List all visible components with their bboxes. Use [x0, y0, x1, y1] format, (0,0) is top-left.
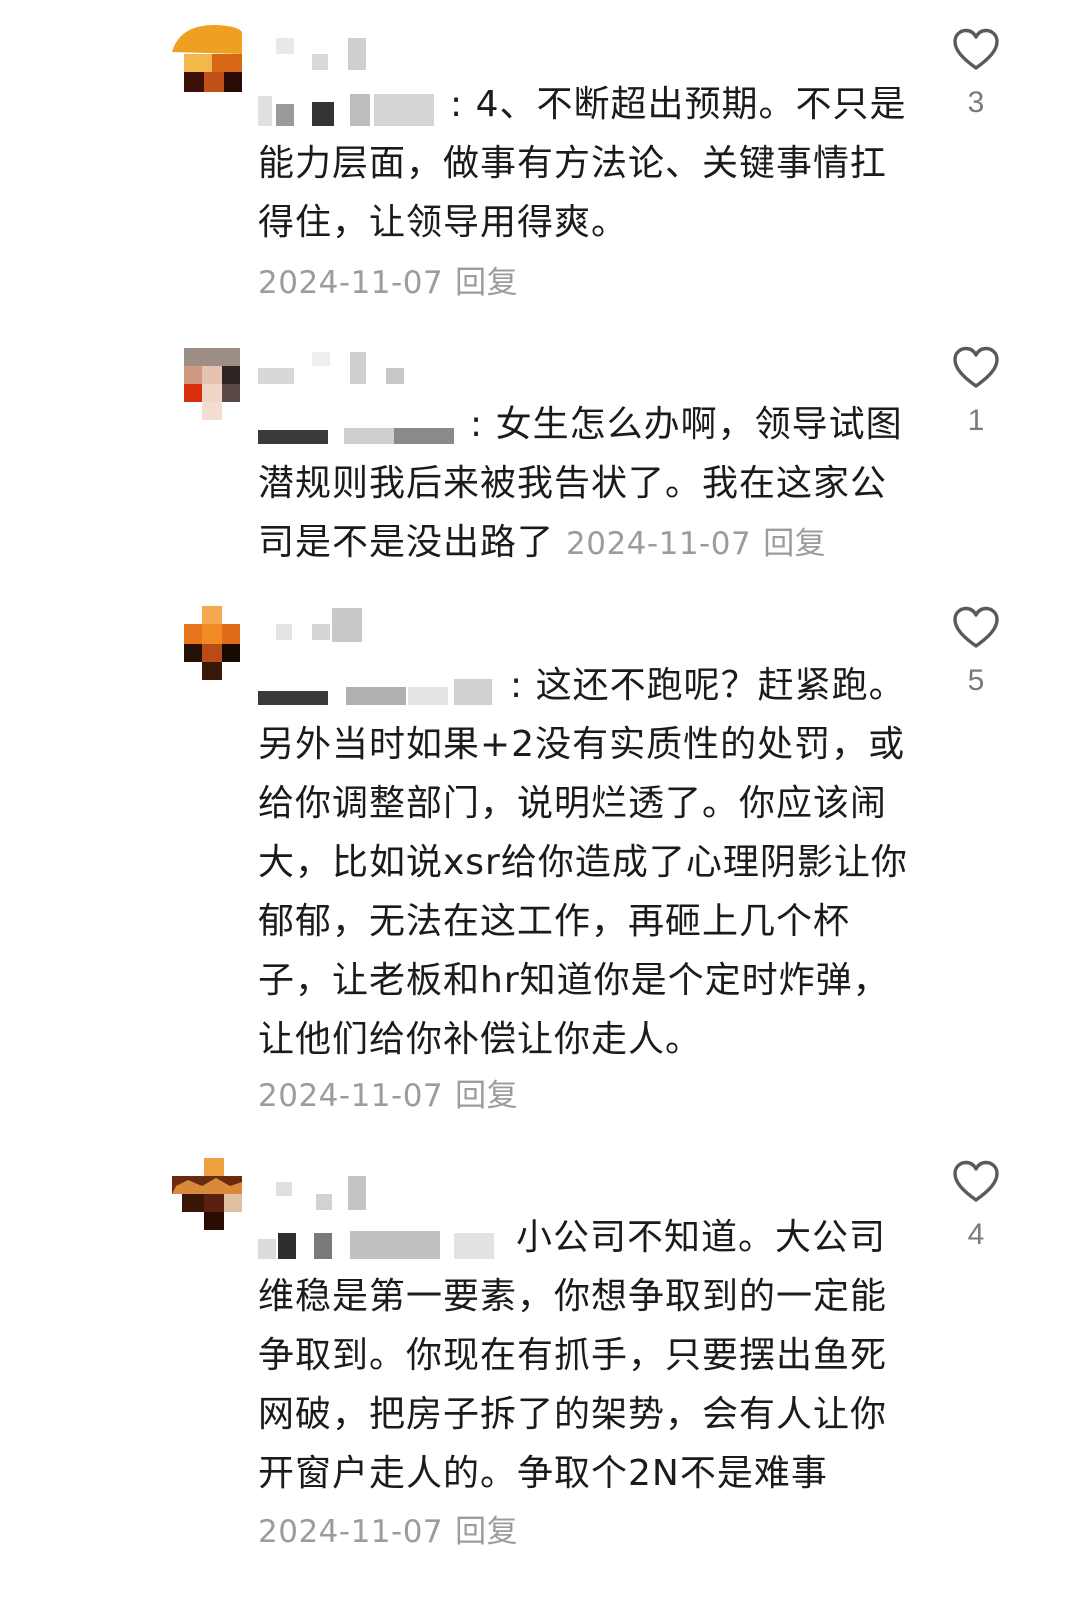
comment-date: 2024-11-07	[258, 1514, 444, 1550]
avatar[interactable]	[172, 22, 242, 92]
comment-meta: 2024-11-07 回复	[258, 1076, 518, 1116]
reply-button[interactable]: 回复	[455, 265, 518, 301]
reply-button[interactable]: 回复	[455, 1078, 518, 1114]
comment-text: : 女生怎么办啊，领导试图潜规则我后来被我告状了。我在这家公司是不是没出路了 20…	[258, 404, 903, 563]
reply-target-blur	[258, 406, 468, 446]
like-count: 4	[967, 1218, 985, 1251]
like-count: 5	[967, 664, 985, 697]
like-button[interactable]: 1	[946, 346, 1006, 438]
username[interactable]	[276, 1172, 476, 1212]
comment-text: 小公司不知道。大公司维稳是第一要素，你想争取到的一定能争取到。你现在有抓手，只要…	[258, 1217, 888, 1494]
like-button[interactable]: 4	[946, 1160, 1006, 1252]
username[interactable]	[276, 608, 476, 648]
reply-target-blur	[258, 1219, 514, 1259]
heart-outline-icon[interactable]	[952, 28, 1000, 72]
like-count: 3	[967, 86, 985, 119]
avatar[interactable]	[184, 348, 240, 420]
avatar[interactable]	[184, 606, 240, 680]
reply-target-blur	[258, 86, 448, 126]
comment-text: : 4、不断超出预期。不只是能力层面，做事有方法论、关键事情扛得住，让领导用得爽…	[258, 84, 907, 243]
heart-outline-icon[interactable]	[952, 1160, 1000, 1204]
like-count: 1	[967, 404, 985, 437]
like-button[interactable]: 5	[946, 606, 1006, 698]
comment-date: 2024-11-07	[566, 526, 752, 562]
heart-outline-icon[interactable]	[952, 346, 1000, 390]
like-button[interactable]: 3	[946, 28, 1006, 120]
username[interactable]	[276, 32, 476, 72]
avatar[interactable]	[172, 1158, 242, 1230]
comment-text: : 这还不跑呢？赶紧跑。另外当时如果+2没有实质性的处罚，或给你调整部门，说明烂…	[258, 665, 908, 1060]
reply-button[interactable]: 回复	[763, 526, 826, 562]
username[interactable]	[258, 352, 458, 392]
comment-meta: 2024-11-07 回复	[258, 1512, 518, 1552]
heart-outline-icon[interactable]	[952, 606, 1000, 650]
comment-date: 2024-11-07	[258, 1078, 444, 1114]
comment-date: 2024-11-07	[258, 265, 444, 301]
reply-button[interactable]: 回复	[455, 1514, 518, 1550]
reply-target-blur	[258, 667, 508, 707]
comment-meta: 2024-11-07 回复	[258, 263, 518, 303]
